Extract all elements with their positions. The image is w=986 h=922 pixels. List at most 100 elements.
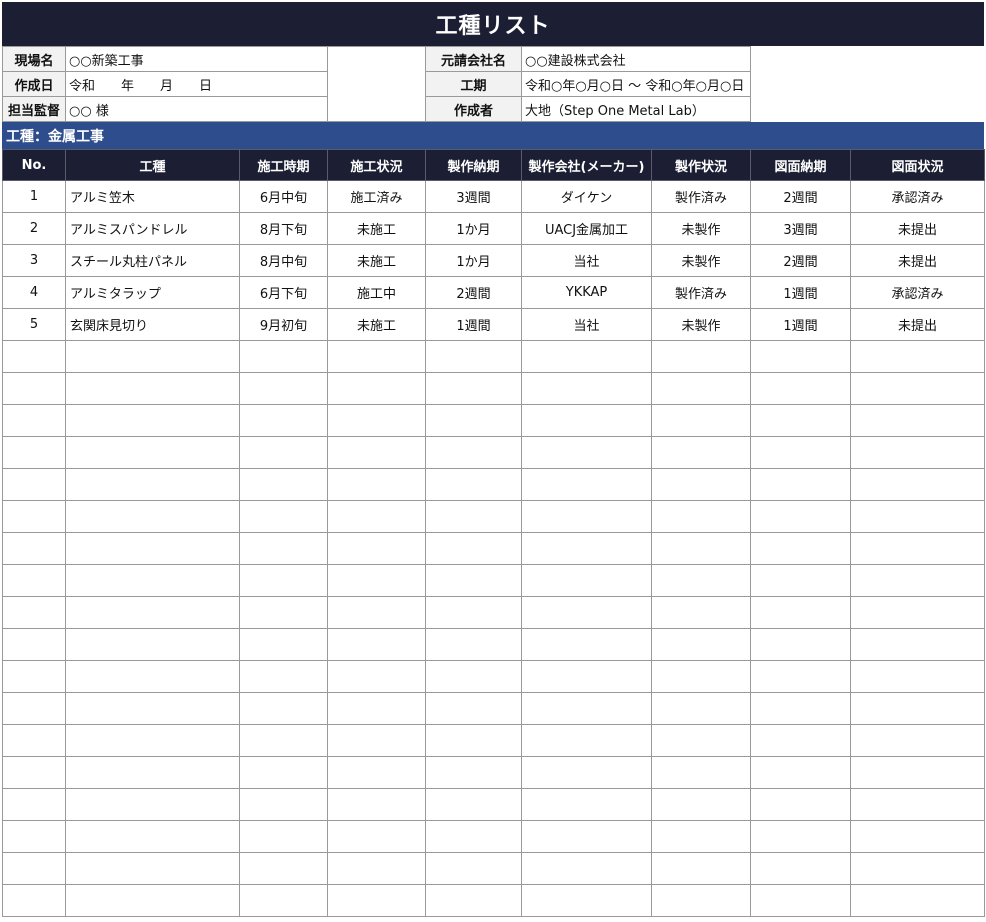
- cell-work-type-empty[interactable]: [65, 532, 240, 565]
- cell-construction-period-empty[interactable]: [239, 372, 328, 405]
- cell-construction-status-empty[interactable]: [327, 436, 426, 469]
- cell-drawing-lead-empty[interactable]: [750, 852, 851, 885]
- cell-construction-period-empty[interactable]: [239, 404, 328, 437]
- cell-drawing-status-empty[interactable]: [850, 820, 985, 853]
- cell-no-empty[interactable]: [2, 564, 66, 597]
- cell-construction-status-empty[interactable]: [327, 660, 426, 693]
- cell-construction-status-empty[interactable]: [327, 852, 426, 885]
- cell-manufacture-lead-empty[interactable]: [425, 340, 522, 373]
- cell-manufacturer[interactable]: UACJ金属加工: [521, 212, 652, 245]
- cell-manufacture-lead[interactable]: 1か月: [425, 244, 522, 277]
- cell-drawing-status-empty[interactable]: [850, 372, 985, 405]
- supervisor-value[interactable]: ○○ 様: [65, 96, 328, 122]
- cell-manufacture-status-empty[interactable]: [651, 820, 751, 853]
- info-spacer[interactable]: [327, 46, 426, 122]
- cell-manufacturer-empty[interactable]: [521, 724, 652, 757]
- cell-drawing-lead[interactable]: 3週間: [750, 212, 851, 245]
- cell-no-empty[interactable]: [2, 468, 66, 501]
- cell-manufacture-status-empty[interactable]: [651, 788, 751, 821]
- cell-work-type-empty[interactable]: [65, 884, 240, 917]
- cell-construction-status-empty[interactable]: [327, 564, 426, 597]
- cell-manufacture-lead-empty[interactable]: [425, 372, 522, 405]
- cell-manufacturer-empty[interactable]: [521, 340, 652, 373]
- cell-manufacturer-empty[interactable]: [521, 596, 652, 629]
- col-header-construction-period[interactable]: 施工時期: [239, 149, 328, 181]
- cell-no-empty[interactable]: [2, 884, 66, 917]
- period-value[interactable]: 令和○年○月○日 〜 令和○年○月○日: [521, 71, 751, 97]
- cell-no[interactable]: 2: [2, 212, 66, 245]
- cell-drawing-status-empty[interactable]: [850, 852, 985, 885]
- cell-construction-status-empty[interactable]: [327, 468, 426, 501]
- cell-manufacture-status-empty[interactable]: [651, 660, 751, 693]
- cell-no-empty[interactable]: [2, 436, 66, 469]
- cell-drawing-status-empty[interactable]: [850, 564, 985, 597]
- cell-manufacture-lead-empty[interactable]: [425, 788, 522, 821]
- cell-drawing-status-empty[interactable]: [850, 404, 985, 437]
- cell-no-empty[interactable]: [2, 820, 66, 853]
- cell-drawing-lead-empty[interactable]: [750, 404, 851, 437]
- cell-manufacture-status-empty[interactable]: [651, 500, 751, 533]
- cell-drawing-lead[interactable]: 1週間: [750, 276, 851, 309]
- cell-manufacturer-empty[interactable]: [521, 756, 652, 789]
- cell-drawing-lead-empty[interactable]: [750, 468, 851, 501]
- cell-manufacturer-empty[interactable]: [521, 436, 652, 469]
- cell-construction-period[interactable]: 6月中旬: [239, 180, 328, 213]
- cell-construction-period-empty[interactable]: [239, 820, 328, 853]
- cell-construction-period-empty[interactable]: [239, 884, 328, 917]
- cell-manufacture-lead-empty[interactable]: [425, 660, 522, 693]
- cell-construction-status-empty[interactable]: [327, 756, 426, 789]
- cell-drawing-lead-empty[interactable]: [750, 724, 851, 757]
- cell-work-type-empty[interactable]: [65, 468, 240, 501]
- cell-manufacture-lead-empty[interactable]: [425, 884, 522, 917]
- cell-construction-period[interactable]: 8月下旬: [239, 212, 328, 245]
- cell-drawing-status[interactable]: 未提出: [850, 212, 985, 245]
- cell-drawing-lead-empty[interactable]: [750, 884, 851, 917]
- cell-construction-period-empty[interactable]: [239, 340, 328, 373]
- cell-manufacturer[interactable]: 当社: [521, 308, 652, 341]
- cell-manufacturer-empty[interactable]: [521, 884, 652, 917]
- cell-construction-period-empty[interactable]: [239, 468, 328, 501]
- cell-drawing-status[interactable]: 未提出: [850, 244, 985, 277]
- cell-work-type-empty[interactable]: [65, 788, 240, 821]
- cell-construction-period-empty[interactable]: [239, 628, 328, 661]
- cell-construction-status-empty[interactable]: [327, 628, 426, 661]
- cell-no-empty[interactable]: [2, 372, 66, 405]
- cell-construction-period[interactable]: 9月初旬: [239, 308, 328, 341]
- cell-drawing-status-empty[interactable]: [850, 884, 985, 917]
- cell-drawing-status-empty[interactable]: [850, 340, 985, 373]
- cell-manufacturer-empty[interactable]: [521, 468, 652, 501]
- cell-construction-status-empty[interactable]: [327, 820, 426, 853]
- cell-drawing-status-empty[interactable]: [850, 436, 985, 469]
- cell-drawing-status-empty[interactable]: [850, 692, 985, 725]
- cell-drawing-status-empty[interactable]: [850, 756, 985, 789]
- cell-manufacture-status[interactable]: 未製作: [651, 308, 751, 341]
- cell-construction-status-empty[interactable]: [327, 788, 426, 821]
- cell-construction-status-empty[interactable]: [327, 532, 426, 565]
- period-label[interactable]: 工期: [425, 71, 522, 97]
- cell-manufacture-lead-empty[interactable]: [425, 500, 522, 533]
- cell-construction-status[interactable]: 未施工: [327, 308, 426, 341]
- cell-work-type[interactable]: アルミスパンドレル: [65, 212, 240, 245]
- cell-manufacture-status-empty[interactable]: [651, 852, 751, 885]
- sheet-title[interactable]: 工種リスト: [2, 2, 984, 46]
- cell-manufacture-status[interactable]: 製作済み: [651, 276, 751, 309]
- cell-work-type-empty[interactable]: [65, 564, 240, 597]
- cell-manufacture-status-empty[interactable]: [651, 884, 751, 917]
- cell-construction-period-empty[interactable]: [239, 436, 328, 469]
- cell-manufacture-lead-empty[interactable]: [425, 436, 522, 469]
- cell-manufacture-status-empty[interactable]: [651, 628, 751, 661]
- cell-construction-status-empty[interactable]: [327, 724, 426, 757]
- col-header-construction-status[interactable]: 施工状況: [327, 149, 426, 181]
- cell-manufacture-lead-empty[interactable]: [425, 692, 522, 725]
- cell-manufacturer-empty[interactable]: [521, 660, 652, 693]
- cell-no-empty[interactable]: [2, 788, 66, 821]
- cell-no[interactable]: 5: [2, 308, 66, 341]
- cell-manufacture-lead[interactable]: 2週間: [425, 276, 522, 309]
- cell-construction-period[interactable]: 6月下旬: [239, 276, 328, 309]
- cell-work-type-empty[interactable]: [65, 852, 240, 885]
- cell-manufacture-lead-empty[interactable]: [425, 564, 522, 597]
- cell-no-empty[interactable]: [2, 628, 66, 661]
- cell-manufacture-lead[interactable]: 1週間: [425, 308, 522, 341]
- cell-construction-period-empty[interactable]: [239, 724, 328, 757]
- cell-manufacturer-empty[interactable]: [521, 628, 652, 661]
